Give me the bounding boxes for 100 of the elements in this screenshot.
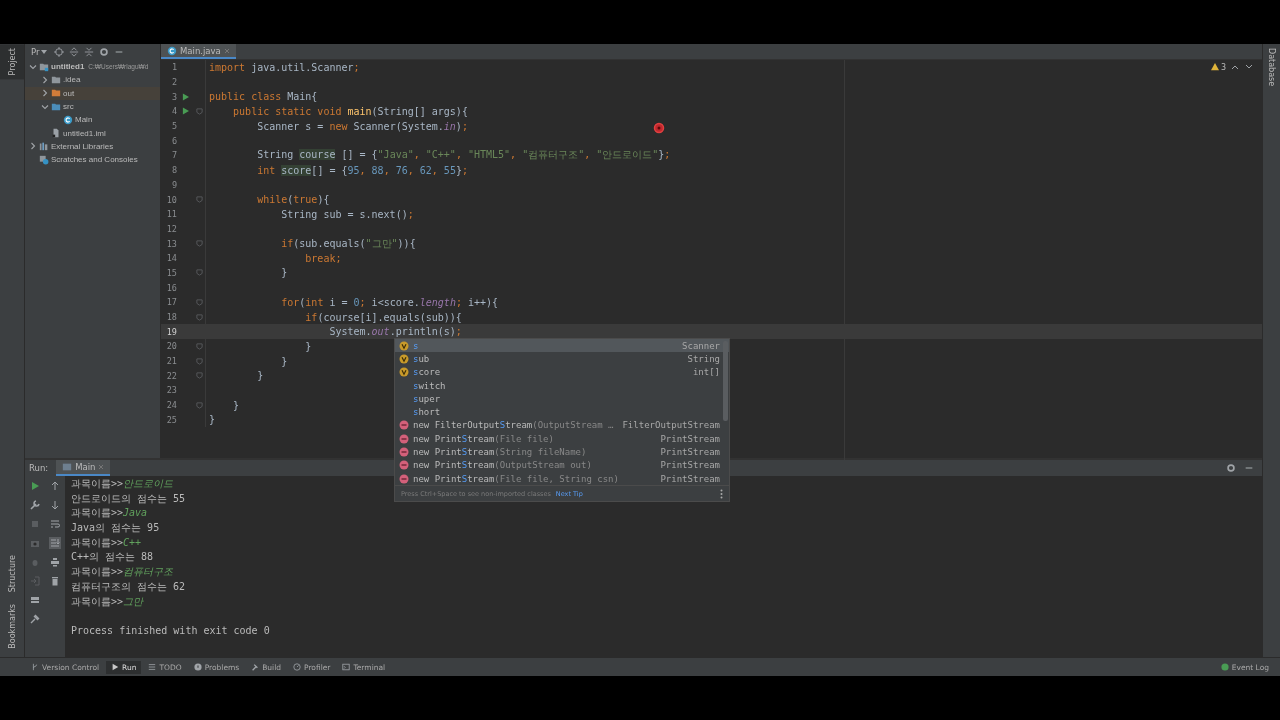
project-view-dropdown[interactable]: Pr xyxy=(29,46,50,57)
fold-icon[interactable] xyxy=(195,107,203,115)
console-icon xyxy=(62,462,73,472)
run-panel-title: Run: xyxy=(29,463,49,473)
soft-wrap-icon[interactable] xyxy=(49,518,61,530)
module-folder-icon xyxy=(39,61,49,72)
constructor-icon xyxy=(399,447,409,457)
class-icon xyxy=(63,114,73,125)
notification-icon xyxy=(1220,663,1229,671)
print-icon[interactable] xyxy=(49,556,61,568)
chevron-icon[interactable] xyxy=(41,75,49,84)
code-line: } xyxy=(209,414,216,426)
tree-item[interactable]: src xyxy=(25,99,160,114)
arrow-down-icon[interactable] xyxy=(49,499,61,511)
gauge-icon xyxy=(293,663,302,671)
completion-item[interactable]: new PrintStream(String fileName) PrintStream xyxy=(395,445,729,459)
line-number: 18 xyxy=(165,312,177,323)
tool-window-tab[interactable]: Project xyxy=(0,44,24,80)
folder-icon xyxy=(51,74,61,85)
arrow-up-icon[interactable] xyxy=(49,480,61,492)
library-icon xyxy=(39,141,49,152)
code-line: } xyxy=(280,267,288,279)
console-line: 컴퓨터구조의 점수는 62 xyxy=(71,579,186,594)
variable-icon xyxy=(399,340,409,351)
chevron-icon[interactable] xyxy=(41,102,49,111)
close-icon[interactable] xyxy=(98,464,105,470)
warning-icon xyxy=(1210,63,1219,71)
code-line: import java.util.Scanner; xyxy=(209,61,360,73)
tree-item[interactable]: External Libraries xyxy=(25,139,160,154)
completion-item[interactable]: s Scanner xyxy=(395,339,729,353)
editor-tab[interactable]: Main.java xyxy=(161,44,236,59)
fold-icon[interactable] xyxy=(195,196,203,204)
line-number: 15 xyxy=(165,267,177,278)
tree-item[interactable]: .idea xyxy=(25,73,160,87)
completion-item[interactable]: switch xyxy=(395,378,729,393)
constructor-icon xyxy=(399,420,409,431)
exit-icon[interactable] xyxy=(29,575,41,587)
trash-icon[interactable] xyxy=(49,575,61,587)
completion-item[interactable]: score int[] xyxy=(395,365,729,379)
line-number: 11 xyxy=(165,209,177,220)
collapse-all-icon[interactable] xyxy=(84,46,95,57)
wrench-icon[interactable] xyxy=(29,499,41,511)
folder-icon xyxy=(51,88,61,99)
settings-icon[interactable] xyxy=(99,46,110,57)
console-line: 과목이름>>안드로이드 xyxy=(71,477,174,491)
close-icon[interactable] xyxy=(223,47,230,54)
expand-all-icon[interactable] xyxy=(69,46,80,57)
tool-window-tab[interactable]: Bookmarks xyxy=(0,600,24,653)
tree-item[interactable]: untitled1.iml xyxy=(25,126,160,140)
completion-item[interactable]: new PrintStream(OutputStream out) PrintStream xyxy=(395,458,729,472)
file-icon xyxy=(51,128,61,139)
fold-icon[interactable] xyxy=(195,401,203,409)
line-number: 3 xyxy=(170,91,177,102)
settings-icon[interactable] xyxy=(1226,463,1236,473)
run-tab[interactable]: Main xyxy=(56,460,111,476)
list-icon xyxy=(148,663,157,671)
line-number: 12 xyxy=(165,223,177,234)
console-line: 안드로이드의 점수는 55 xyxy=(71,491,186,506)
stop-icon[interactable] xyxy=(29,518,41,530)
completion-item[interactable]: new PrintStream(File file) PrintStream xyxy=(395,432,729,446)
scroll-to-end-icon[interactable] xyxy=(49,537,61,549)
line-number: 14 xyxy=(165,253,177,264)
run-icon[interactable] xyxy=(29,480,41,492)
locate-icon[interactable] xyxy=(54,46,65,57)
line-number: 21 xyxy=(165,356,177,367)
console-line: Java의 점수는 95 xyxy=(71,521,160,536)
warning-count[interactable]: 3 xyxy=(1210,62,1226,72)
caret-icon xyxy=(41,49,48,54)
code-line: for(int i = 0; i<score.length; i++){ xyxy=(280,296,499,308)
more-icon[interactable] xyxy=(720,488,723,499)
completion-item[interactable]: sub String xyxy=(395,352,729,366)
layout-icon[interactable] xyxy=(29,594,41,606)
code-line: System.out.println(s); xyxy=(328,326,462,338)
constructor-icon xyxy=(399,460,409,471)
tree-item[interactable]: Scratches and Consoles xyxy=(25,153,160,167)
code-line: Scanner s = new Scanner(System.in); xyxy=(256,120,468,132)
code-line: } xyxy=(232,399,240,411)
info-icon xyxy=(193,663,202,671)
fold-icon[interactable] xyxy=(195,240,203,248)
chevron-icon[interactable] xyxy=(29,142,37,151)
constructor-icon xyxy=(399,473,409,484)
line-number: 7 xyxy=(170,150,177,161)
completion-item[interactable]: new FilterOutputStream(OutputStream … FilterOutputStream xyxy=(395,418,729,433)
completion-item[interactable]: short xyxy=(395,405,729,419)
console-line: C++의 점수는 88 xyxy=(71,550,154,565)
code-line: int score[] = {95, 88, 76, 62, 55}; xyxy=(256,164,468,176)
chevron-icon[interactable] xyxy=(29,62,37,71)
code-line: } xyxy=(280,355,288,367)
tool-window-tab[interactable]: Structure xyxy=(0,551,24,597)
tree-item[interactable]: Main xyxy=(25,113,160,127)
completion-item[interactable]: new PrintStream(File file, String csn) PrintStream xyxy=(395,471,729,486)
folder-icon xyxy=(51,101,61,112)
code-line: public class Main{ xyxy=(209,91,318,103)
tool-window-tab[interactable]: Database xyxy=(1263,44,1280,91)
line-number: 8 xyxy=(170,165,177,176)
line-number: 4 xyxy=(170,106,177,117)
fold-icon[interactable] xyxy=(195,269,203,277)
line-number: 22 xyxy=(165,370,177,381)
chevron-icon[interactable] xyxy=(41,89,49,98)
completion-item[interactable]: super xyxy=(395,392,729,406)
